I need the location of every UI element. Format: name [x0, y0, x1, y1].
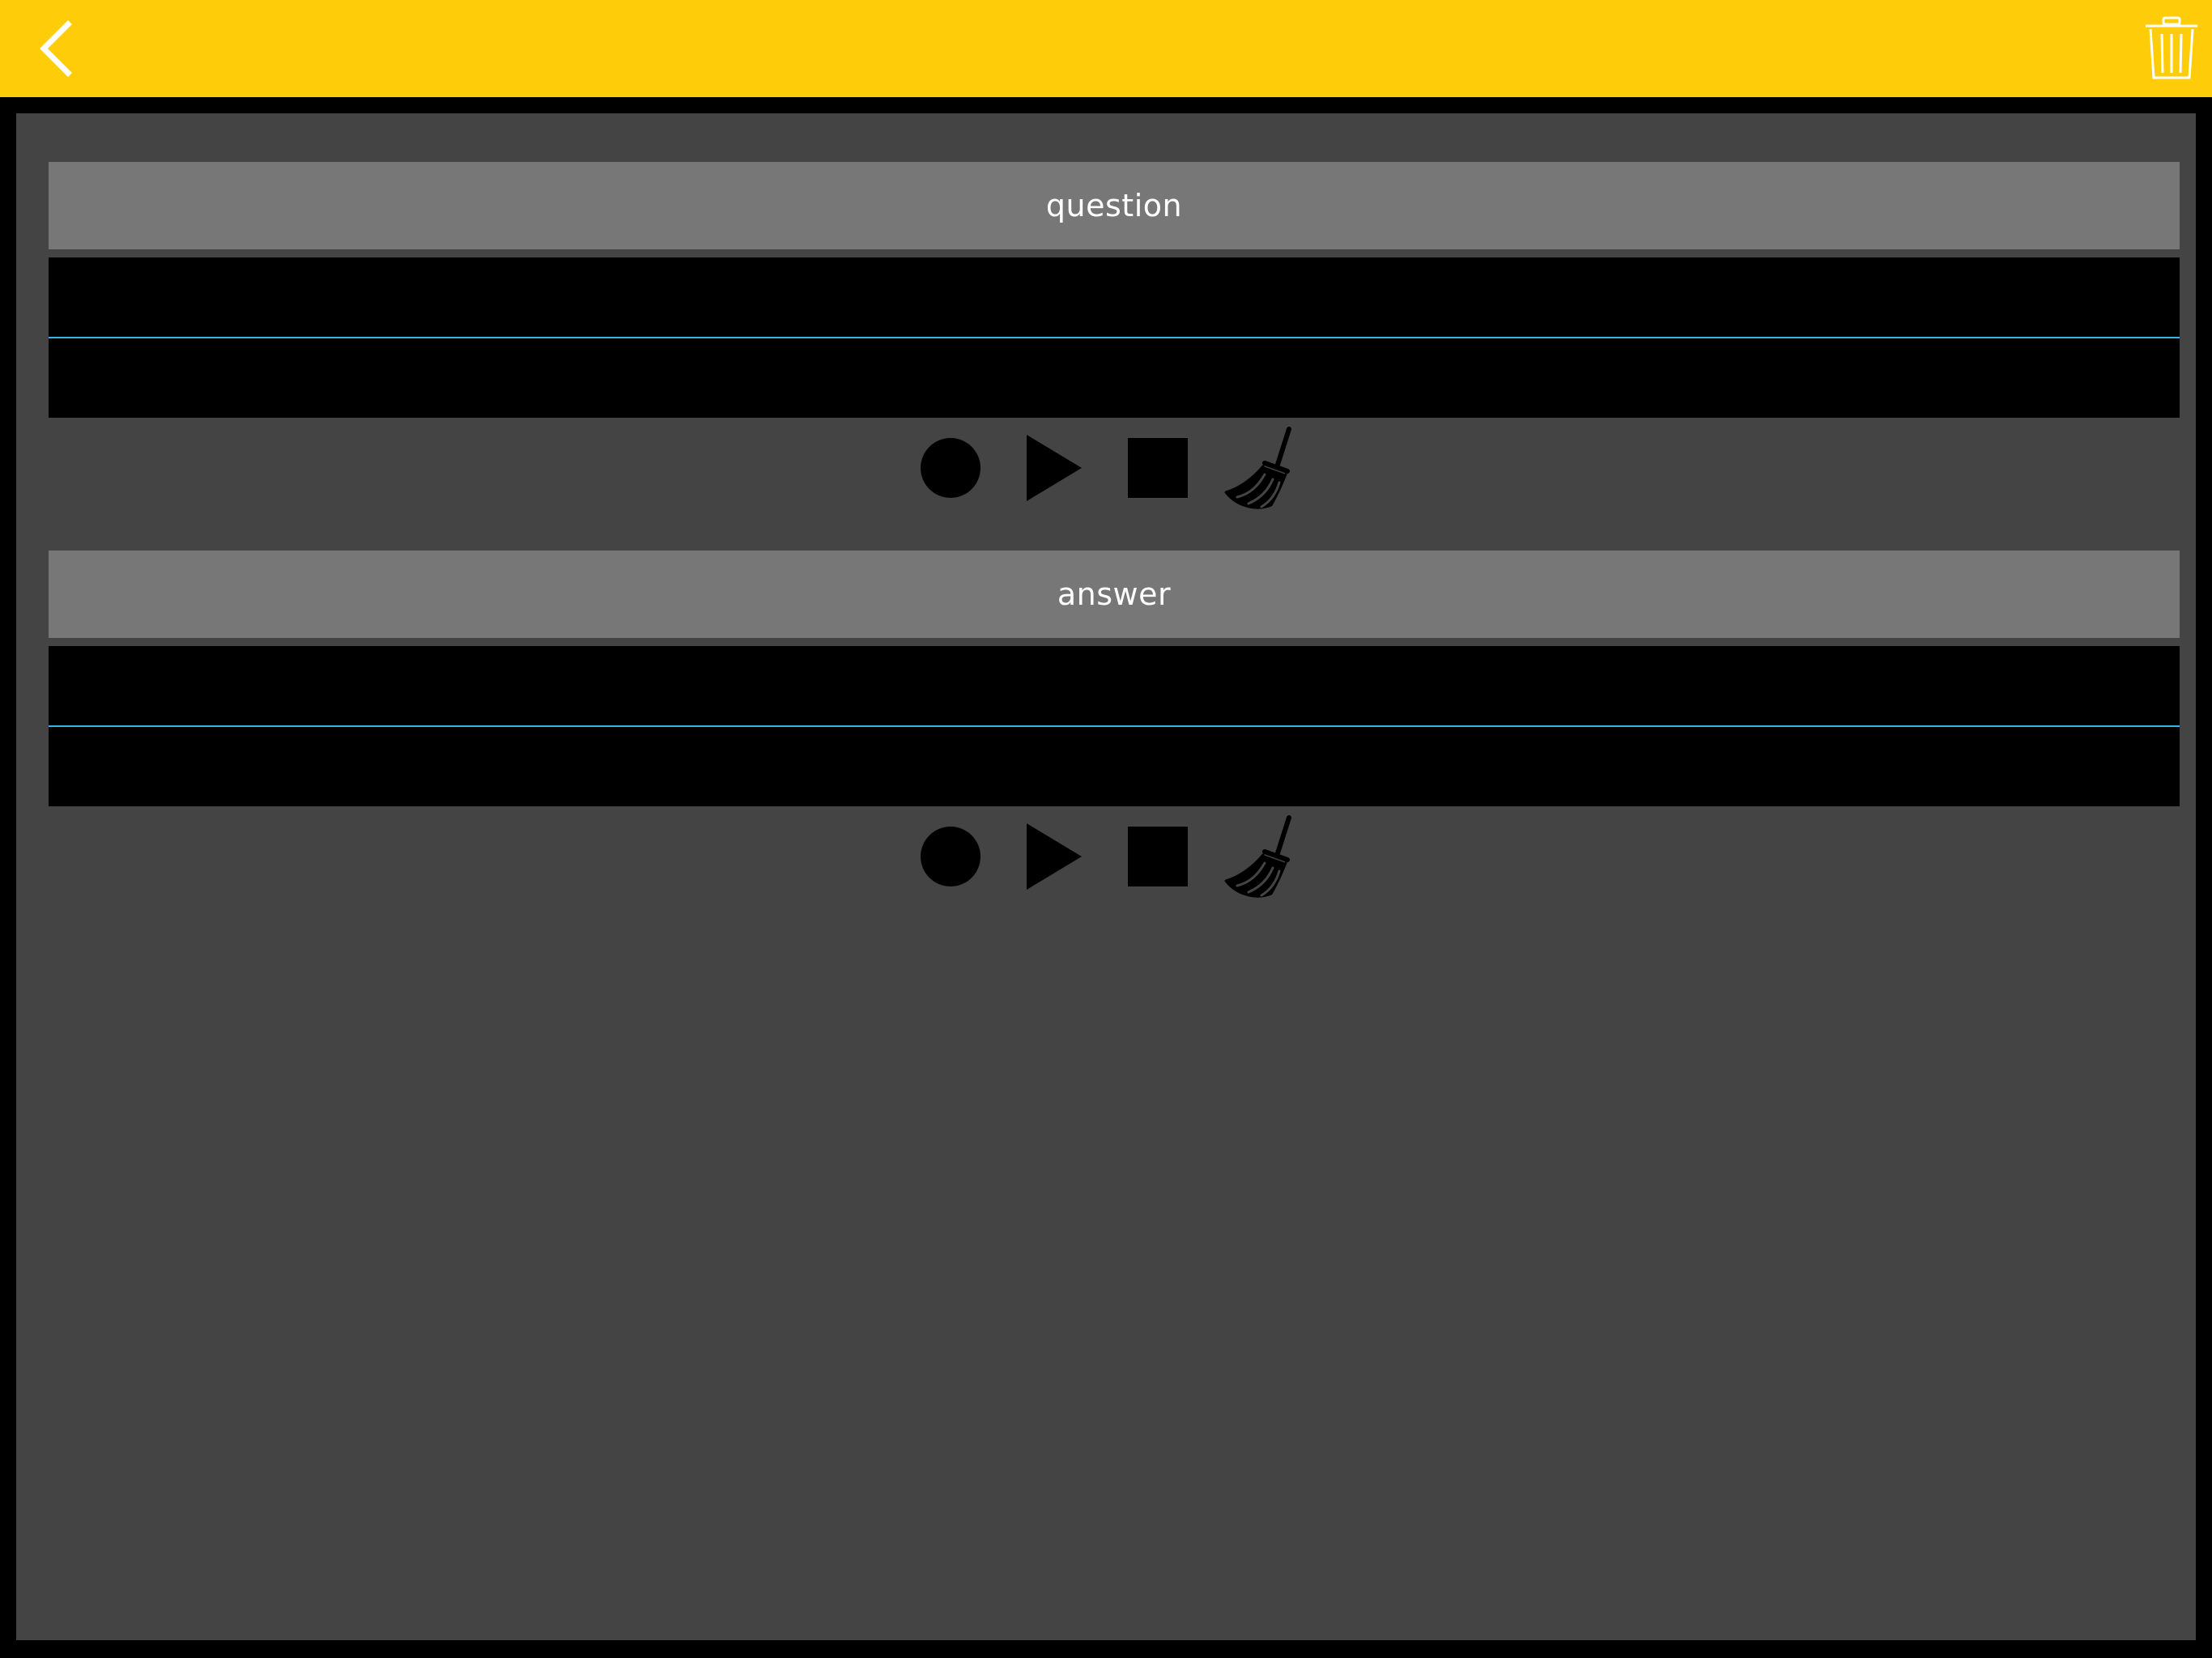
question-record-button[interactable]	[905, 423, 996, 513]
answer-record-button[interactable]	[905, 811, 996, 902]
question-play-button[interactable]	[1009, 423, 1100, 513]
play-icon	[1027, 435, 1082, 501]
trash-icon	[2146, 16, 2197, 79]
question-field-line-2[interactable]	[49, 338, 2180, 418]
chevron-left-icon	[40, 20, 72, 77]
question-field-line-1[interactable]	[49, 257, 2180, 337]
stop-icon	[1128, 827, 1188, 886]
play-icon	[1027, 823, 1082, 890]
question-audio-controls	[16, 423, 2196, 513]
answer-field-line-2[interactable]	[49, 727, 2180, 806]
record-icon	[921, 438, 981, 498]
stop-icon	[1128, 438, 1188, 498]
broom-icon	[1224, 427, 1291, 509]
answer-audio-controls	[16, 811, 2196, 902]
delete-button[interactable]	[2131, 6, 2212, 91]
answer-header: answer	[49, 551, 2180, 638]
question-clear-button[interactable]	[1216, 423, 1307, 513]
answer-stop-button[interactable]	[1112, 811, 1203, 902]
record-icon	[921, 827, 981, 886]
answer-clear-button[interactable]	[1216, 811, 1307, 902]
top-bar	[0, 0, 2212, 97]
answer-field-line-1[interactable]	[49, 646, 2180, 725]
broom-icon	[1224, 815, 1291, 898]
question-header: question	[49, 162, 2180, 249]
card-editor-panel: question answer	[16, 113, 2196, 1640]
back-button[interactable]	[16, 8, 97, 89]
question-stop-button[interactable]	[1112, 423, 1203, 513]
answer-play-button[interactable]	[1009, 811, 1100, 902]
